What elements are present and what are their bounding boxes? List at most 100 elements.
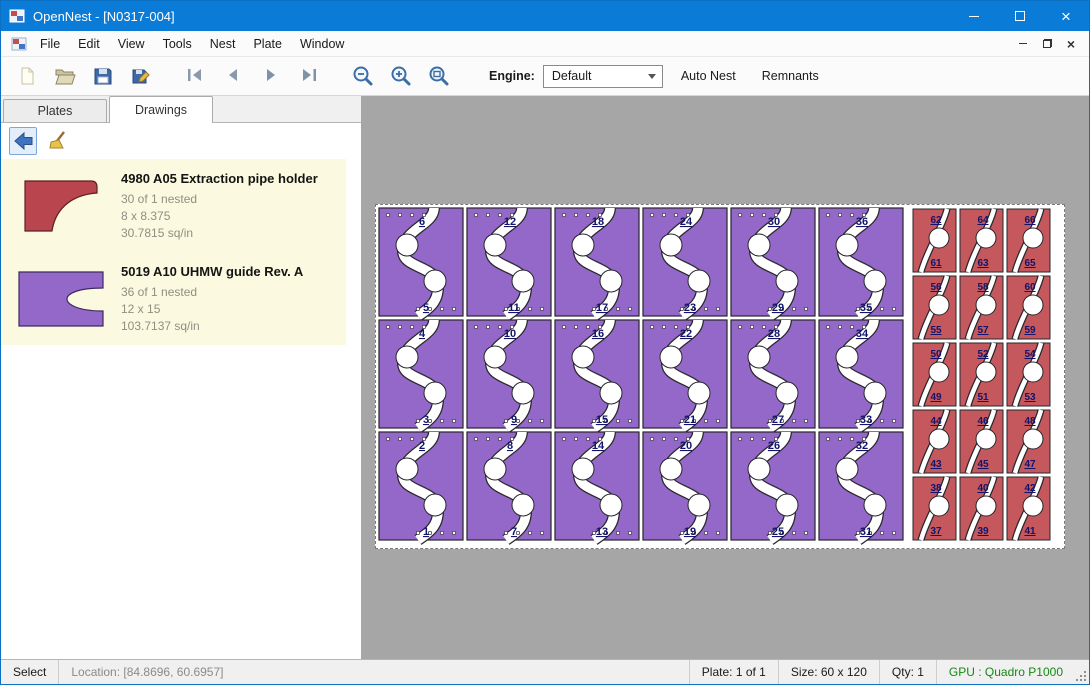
menu-item-view[interactable]: View [109, 33, 154, 55]
purple-pair[interactable]: 3635 [819, 208, 903, 316]
svg-text:33: 33 [860, 414, 872, 426]
svg-text:49: 49 [930, 392, 942, 403]
close-button[interactable]: × [1043, 1, 1089, 31]
red-pair[interactable]: 5251 [960, 343, 1003, 406]
drawing-item-2[interactable]: 5019 A10 UHMW guide Rev. A 36 of 1 neste… [1, 252, 346, 345]
purple-pair[interactable]: 21 [379, 432, 463, 540]
drawing-item-1[interactable]: 4980 A05 Extraction pipe holder 30 of 1 … [1, 159, 346, 252]
menu-item-plate[interactable]: Plate [244, 33, 291, 55]
svg-text:35: 35 [860, 302, 872, 314]
svg-text:8: 8 [507, 440, 513, 452]
auto-nest-button[interactable]: Auto Nest [673, 63, 744, 89]
red-pair[interactable]: 4241 [1007, 477, 1050, 540]
svg-text:27: 27 [772, 414, 784, 426]
red-pair[interactable]: 5453 [1007, 343, 1050, 406]
svg-text:63: 63 [977, 258, 989, 269]
nest-canvas[interactable]: 654321 121110987 181716151413 242322212019 3… [361, 96, 1089, 659]
mdi-close-button[interactable]: × [1059, 34, 1083, 54]
svg-text:57: 57 [977, 325, 989, 336]
tab-drawings[interactable]: Drawings [109, 96, 213, 123]
purple-pair[interactable]: 2827 [731, 320, 815, 428]
red-pair[interactable]: 3837 [913, 477, 956, 540]
drawing-area: 30.7815 sq/in [121, 225, 318, 242]
menu-item-window[interactable]: Window [291, 33, 353, 55]
red-pair[interactable]: 4039 [960, 477, 1003, 540]
menu-item-nest[interactable]: Nest [201, 33, 245, 55]
svg-text:64: 64 [977, 215, 989, 226]
mdi-minimize-button[interactable] [1011, 34, 1035, 54]
red-pair[interactable]: 4645 [960, 410, 1003, 473]
new-page-icon [16, 65, 38, 87]
svg-text:50: 50 [930, 349, 942, 360]
red-pair[interactable]: 4443 [913, 410, 956, 473]
red-pair[interactable]: 64 63 [960, 209, 1003, 272]
tab-plates[interactable]: Plates [3, 99, 107, 122]
nav-next-button[interactable] [255, 61, 287, 91]
clean-button[interactable] [45, 127, 73, 155]
purple-pair[interactable]: 3231 [819, 432, 903, 540]
close-icon: × [1061, 8, 1071, 25]
mode-label: Select [1, 660, 59, 684]
mdi-restore-button[interactable] [1035, 34, 1059, 54]
engine-select[interactable]: Default [543, 65, 663, 88]
app-window: OpenNest - [N0317-004] × File Edit View … [0, 0, 1090, 685]
red-pair[interactable]: 5857 [960, 276, 1003, 339]
drawing-size: 12 x 15 [121, 301, 303, 318]
purple-pair[interactable]: 2019 [643, 432, 727, 540]
zoom-fit-button[interactable] [423, 61, 455, 91]
nav-last-button[interactable] [293, 61, 325, 91]
purple-pair[interactable]: 87 [467, 432, 551, 540]
purple-pair[interactable]: 109 [467, 320, 551, 428]
save-floppy-icon [92, 65, 114, 87]
svg-text:40: 40 [977, 483, 989, 494]
zoom-in-button[interactable] [385, 61, 417, 91]
minimize-button[interactable] [951, 1, 997, 31]
import-button[interactable] [9, 127, 37, 155]
purple-pair[interactable]: 1211 [467, 208, 551, 316]
drawing-size: 8 x 8.375 [121, 208, 318, 225]
statusbar: Select Location: [84.8696, 60.6957] Plat… [1, 659, 1089, 684]
engine-label: Engine: [489, 69, 535, 83]
main-toolbar: Engine: Default Auto Nest Remnants [1, 57, 1089, 96]
purple-pair[interactable]: 3433 [819, 320, 903, 428]
remnants-button[interactable]: Remnants [754, 63, 827, 89]
nav-next-icon [259, 64, 283, 88]
red-pair[interactable]: 6665 [1007, 209, 1050, 272]
maximize-button[interactable] [997, 1, 1043, 31]
qty-label: Qty: 1 [879, 660, 936, 684]
nav-first-button[interactable] [179, 61, 211, 91]
menu-item-edit[interactable]: Edit [69, 33, 109, 55]
engine-value: Default [552, 69, 592, 83]
menu-item-tools[interactable]: Tools [154, 33, 201, 55]
purple-pair[interactable]: 2221 [643, 320, 727, 428]
purple-pair[interactable]: 2625 [731, 432, 815, 540]
plate[interactable]: 654321 121110987 181716151413 242322212019 3… [375, 204, 1065, 549]
purple-pair[interactable]: 43 [379, 320, 463, 428]
purple-pair[interactable]: 65 [379, 208, 463, 316]
save-as-button[interactable] [125, 61, 157, 91]
purple-pair[interactable]: 1817 [555, 208, 639, 316]
purple-pair[interactable]: 1413 [555, 432, 639, 540]
svg-text:3: 3 [423, 414, 429, 426]
zoom-out-button[interactable] [347, 61, 379, 91]
document-icon[interactable] [11, 36, 27, 52]
nav-prev-button[interactable] [217, 61, 249, 91]
svg-text:51: 51 [977, 392, 989, 403]
red-pair[interactable]: 4847 [1007, 410, 1050, 473]
red-pair[interactable]: 6059 [1007, 276, 1050, 339]
red-pair[interactable]: 5655 [913, 276, 956, 339]
red-pair[interactable]: 50 49 [913, 343, 956, 406]
open-button[interactable] [49, 61, 81, 91]
purple-pair[interactable]: 3029 [731, 208, 815, 316]
svg-text:38: 38 [930, 483, 942, 494]
purple-pair[interactable]: 2423 [643, 208, 727, 316]
svg-text:60: 60 [1024, 282, 1036, 293]
menu-item-file[interactable]: File [31, 33, 69, 55]
new-button[interactable] [11, 61, 43, 91]
resize-grip[interactable] [1075, 660, 1089, 684]
nav-prev-icon [221, 64, 245, 88]
svg-text:32: 32 [856, 440, 868, 452]
purple-pair[interactable]: 1615 [555, 320, 639, 428]
save-button[interactable] [87, 61, 119, 91]
red-pair[interactable]: 6261 [913, 209, 956, 272]
